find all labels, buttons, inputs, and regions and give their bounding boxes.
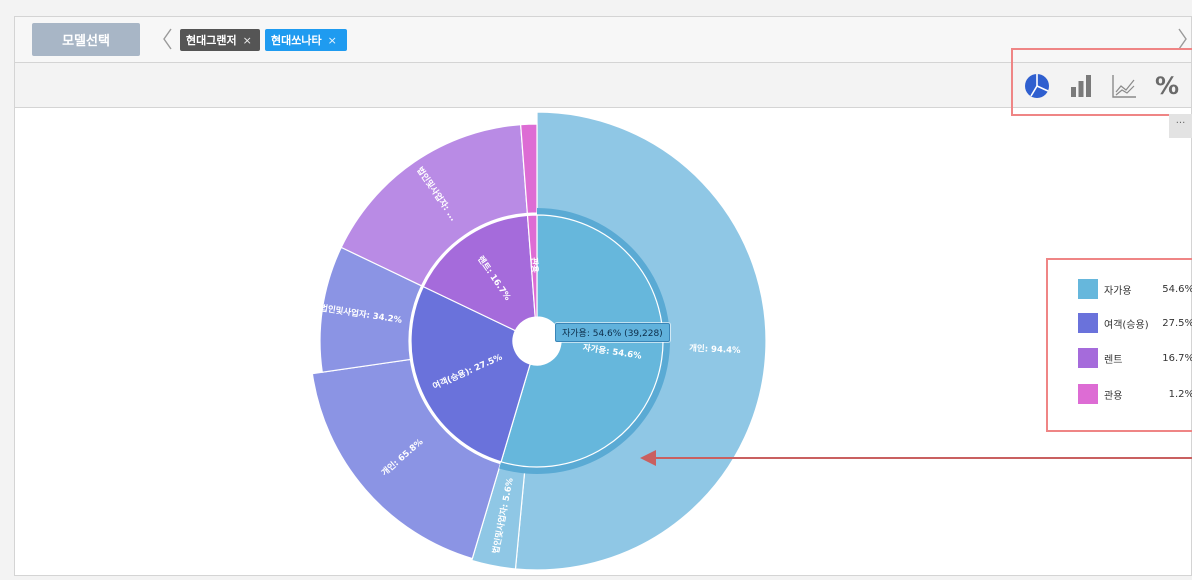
inner-slice-label: 관용 — [528, 257, 540, 273]
legend-value: 1.2% — [1168, 388, 1192, 400]
legend-item[interactable]: 렌트 16.7% — [1078, 348, 1192, 368]
legend-item[interactable]: 여객(승용) 27.5% — [1078, 313, 1192, 333]
slice-tooltip: 자가용: 54.6% (39,228) — [555, 323, 670, 342]
legend-value: 54.6% — [1162, 283, 1192, 295]
legend-label: 관용 — [1104, 390, 1123, 402]
legend-item[interactable]: 자가용 54.6% — [1078, 279, 1192, 299]
legend-label: 자가용 — [1104, 285, 1132, 297]
legend-swatch — [1078, 279, 1098, 299]
legend-swatch — [1078, 348, 1098, 368]
chart-center-hole — [513, 317, 561, 365]
legend-label: 여객(승용) — [1104, 319, 1149, 331]
legend-label: 렌트 — [1104, 354, 1123, 366]
sunburst-chart: 개인: 94.4%법인및사업자: 5.6%개인: 65.8%법인및사업자: 34… — [311, 111, 1192, 571]
legend-value: 27.5% — [1162, 317, 1192, 329]
legend-value: 16.7% — [1162, 352, 1192, 364]
legend-swatch — [1078, 313, 1098, 333]
legend-swatch — [1078, 384, 1098, 404]
legend-item[interactable]: 관용 1.2% — [1078, 384, 1192, 404]
chart-legend: 자가용 54.6% 여객(승용) 27.5% 렌트 16.7% 관용 1.2% — [1046, 258, 1192, 432]
